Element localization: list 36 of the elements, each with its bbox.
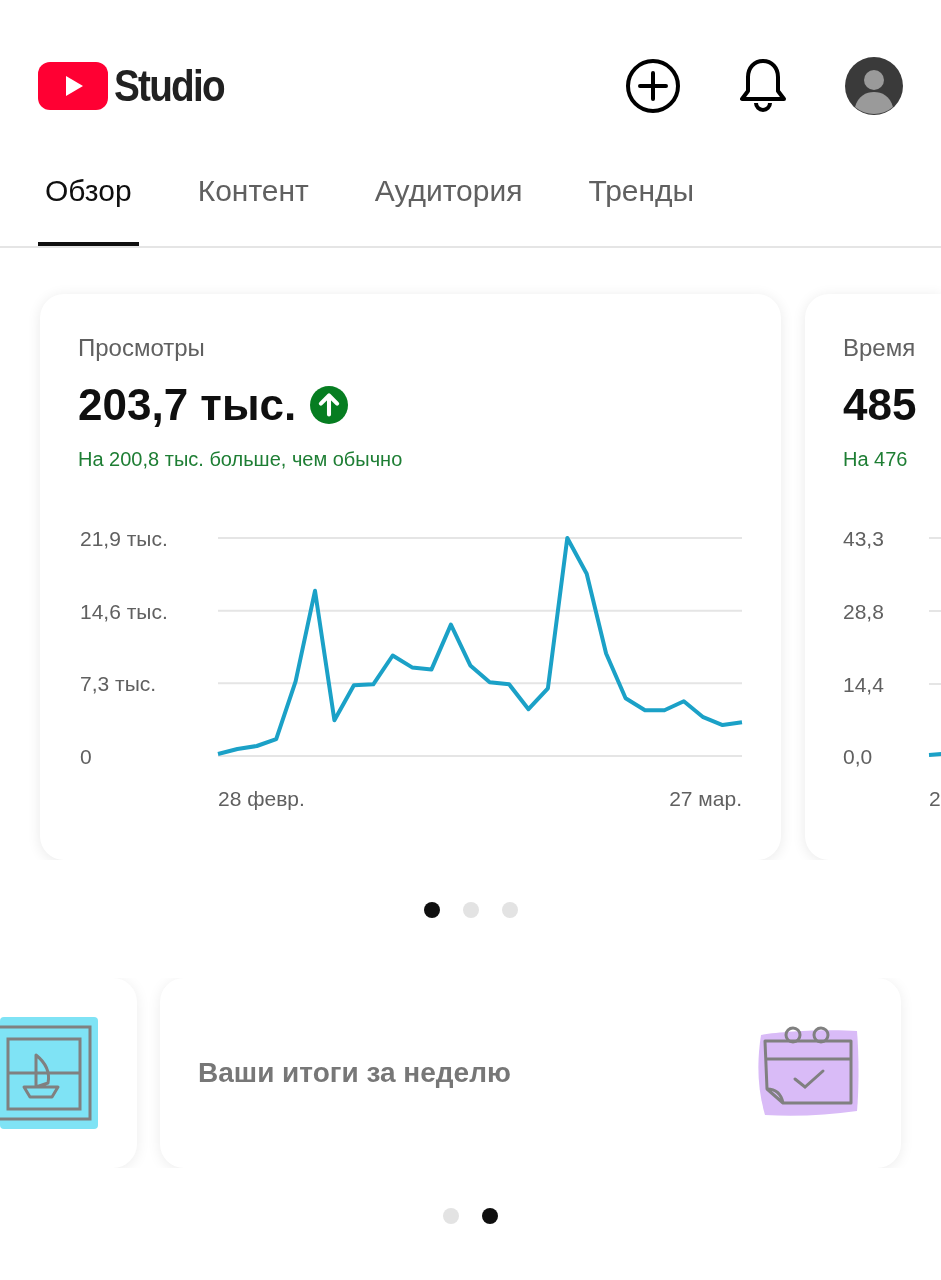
- page-indicator-dot[interactable]: [443, 1208, 459, 1224]
- tab[interactable]: Контент: [190, 140, 316, 246]
- tab[interactable]: Обзор: [38, 140, 139, 246]
- x-axis-label: 28 февр.: [218, 787, 305, 810]
- tab[interactable]: Аудитория: [367, 140, 530, 246]
- youtube-logo-icon: [38, 62, 108, 110]
- page-indicator-dot[interactable]: [482, 1208, 498, 1224]
- stat-value: 485: [843, 380, 917, 430]
- y-axis-label: 14,4: [843, 673, 884, 696]
- watch-time-line: [928, 752, 941, 757]
- y-axis-label: 28,8: [843, 600, 884, 623]
- stat-comparison-text: На 200,8 тыс. больше, чем обычно: [78, 448, 404, 471]
- stat-card[interactable]: Просмотры 203,7 тыс. На 200,8 тыс. больше, чем обычно 21,9 тыс. 14,6 тыс. 7,3 тыс. 0 28 февр. 27 мар.: [40, 294, 781, 860]
- stat-title: Просмотры: [78, 334, 206, 362]
- y-axis-label: 0: [80, 745, 92, 768]
- y-axis-label: 43,3: [843, 527, 884, 550]
- y-axis-label: 0,0: [843, 745, 873, 768]
- page-indicator-dot[interactable]: [423, 902, 440, 918]
- avatar[interactable]: [845, 57, 903, 115]
- y-axis-label: 21,9 тыс.: [80, 527, 168, 550]
- logo-text: Studio: [114, 61, 224, 111]
- stat-card[interactable]: Время 485 На 476 43,3 28,8 14,4 0,0 2: [805, 294, 941, 860]
- stat-value: 203,7 тыс.: [78, 380, 297, 430]
- page-indicator-dot[interactable]: [462, 902, 479, 918]
- summary-card-title: Ваши итоги за неделю: [198, 1057, 511, 1089]
- y-axis-label: 7,3 тыс.: [80, 672, 157, 696]
- summary-card[interactable]: Ваши итоги за неделю: [160, 978, 901, 1168]
- notifications-bell-icon[interactable]: [739, 57, 787, 115]
- y-axis-label: 14,6 тыс.: [80, 599, 168, 623]
- stat-title: Время: [843, 334, 917, 362]
- stat-comparison-text: На 476: [843, 448, 909, 471]
- create-plus-icon[interactable]: [625, 58, 681, 114]
- x-axis-label: 2: [929, 787, 941, 810]
- page-indicator-dot[interactable]: [501, 902, 518, 918]
- x-axis-label: 27 мар.: [669, 787, 742, 810]
- tab[interactable]: Тренды: [581, 140, 702, 246]
